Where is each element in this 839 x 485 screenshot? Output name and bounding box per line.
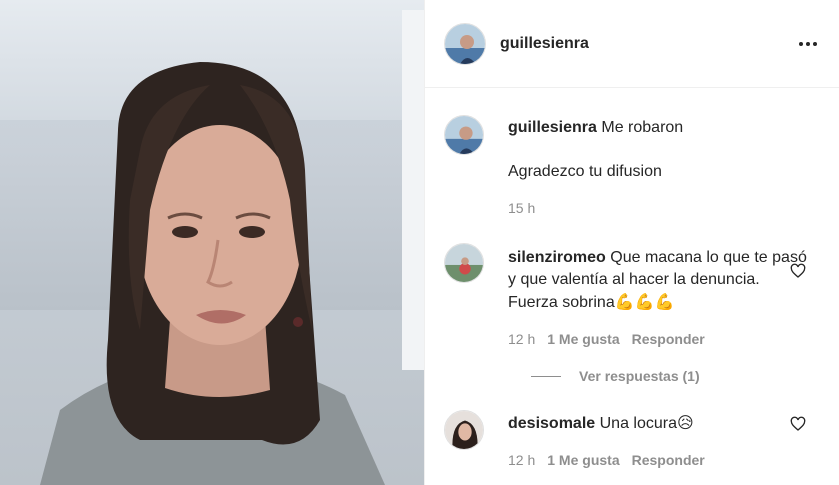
- comment-text: Una locura: [599, 415, 677, 432]
- person-illustration: [40, 62, 385, 485]
- comment-time[interactable]: 12 h: [508, 449, 535, 471]
- comment-body: silenziromeo Que macana lo que te pasó y…: [508, 243, 808, 350]
- comment-body: desisomale Una locura😥 12 h 1 Me gusta R…: [508, 410, 808, 471]
- comment-emoji: 😥: [676, 413, 694, 432]
- comment-likes[interactable]: 1 Me gusta: [547, 449, 619, 471]
- more-options-icon[interactable]: [796, 32, 820, 56]
- view-replies-label: Ver respuestas (1): [579, 368, 700, 384]
- caption-body: guillesienra Me robaron Agradezco tu dif…: [508, 115, 808, 219]
- post-header: guillesienra: [425, 0, 839, 88]
- author-avatar[interactable]: [444, 22, 486, 65]
- comment-username[interactable]: silenziromeo: [508, 249, 606, 266]
- instagram-post-view: guillesienra guillesienra Me robaron Agr…: [0, 0, 839, 485]
- replies-divider: [531, 375, 561, 377]
- commenter-avatar[interactable]: [444, 243, 484, 283]
- comment-item: desisomale Una locura😥 12 h 1 Me gusta R…: [444, 410, 820, 471]
- reply-button[interactable]: Responder: [632, 328, 705, 350]
- heart-icon[interactable]: [790, 263, 806, 279]
- comments-panel: guillesienra guillesienra Me robaron Agr…: [424, 0, 839, 485]
- heart-icon[interactable]: [790, 416, 806, 432]
- caption-line-2: Agradezco tu difusion: [508, 163, 662, 180]
- caption: guillesienra Me robaron Agradezco tu dif…: [444, 115, 820, 219]
- comment-list: guillesienra Me robaron Agradezco tu dif…: [425, 88, 839, 471]
- reply-button[interactable]: Responder: [632, 449, 705, 471]
- comment-item: silenziromeo Que macana lo que te pasó y…: [444, 243, 820, 350]
- caption-time[interactable]: 15 h: [508, 197, 535, 219]
- author-username[interactable]: guillesienra: [500, 35, 589, 53]
- caption-avatar[interactable]: [444, 115, 484, 155]
- view-replies-button[interactable]: Ver respuestas (1): [531, 368, 820, 384]
- comment-username[interactable]: desisomale: [508, 415, 595, 432]
- comment-time[interactable]: 12 h: [508, 328, 535, 350]
- post-video[interactable]: [0, 0, 424, 485]
- caption-line-1: Me robaron: [601, 119, 684, 136]
- caption-username[interactable]: guillesienra: [508, 119, 597, 136]
- comment-likes[interactable]: 1 Me gusta: [547, 328, 619, 350]
- commenter-avatar[interactable]: [444, 410, 484, 450]
- comment-emoji: 💪💪💪: [614, 292, 675, 311]
